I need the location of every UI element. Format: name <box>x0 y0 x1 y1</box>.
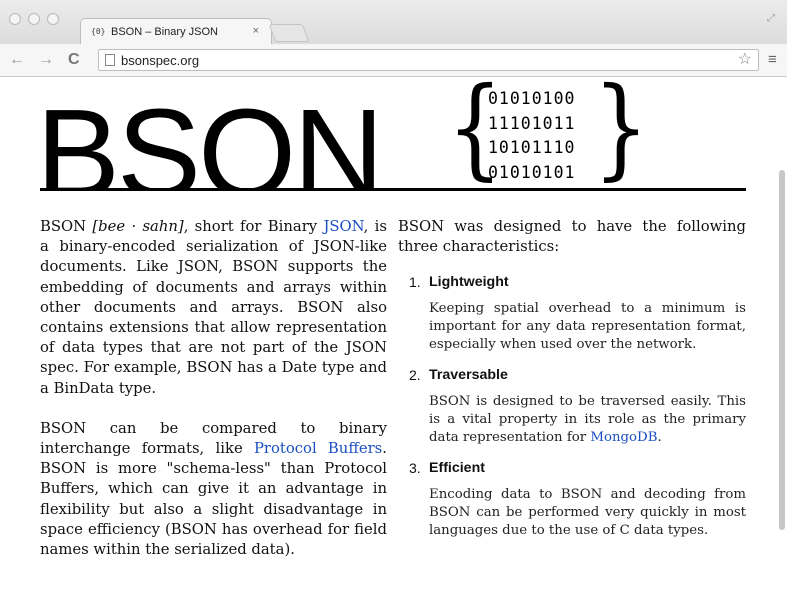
text: BSON is designed to be traversed easily.… <box>429 394 746 446</box>
new-tab-button[interactable] <box>268 24 310 42</box>
feature-description: Encoding data to BSON and decoding from … <box>429 487 746 539</box>
logo-bits: 01010100 11101011 10101110 01010101 <box>488 87 575 185</box>
reload-button[interactable]: C <box>68 51 80 69</box>
back-button[interactable]: ← <box>9 51 25 69</box>
browser-toolbar: ← → C bsonspec.org ☆ <box>0 44 787 77</box>
text: BSON <box>40 218 93 235</box>
browser-titlebar: {θ} BSON – Binary JSON × ⤢ <box>0 0 787 45</box>
feature-number: 3. <box>409 460 421 477</box>
close-window-button[interactable] <box>9 13 21 25</box>
feature-title: Traversable <box>429 367 508 384</box>
minimize-window-button[interactable] <box>28 13 40 25</box>
feature-description: Keeping spatial overhead to a minimum is… <box>429 301 746 353</box>
tab-title: BSON – Binary JSON <box>111 26 218 38</box>
bookmark-star-icon[interactable]: ☆ <box>738 51 752 69</box>
bits-row: 11101011 <box>488 113 576 133</box>
logo-close-brace: } <box>593 78 649 190</box>
bits-row: 10101110 <box>488 138 576 157</box>
characteristics-column: BSON was designed to have the following … <box>398 217 746 540</box>
intro-column: BSON [bee · sahn], short for Binary JSON… <box>40 217 387 560</box>
address-bar[interactable]: bsonspec.org ☆ <box>98 49 759 71</box>
tab-bson[interactable]: {θ} BSON – Binary JSON × <box>80 18 272 45</box>
feature-number: 1. <box>409 274 421 291</box>
logo-wordmark: BSON <box>40 83 384 191</box>
header-rule <box>40 188 746 191</box>
url-text[interactable]: bsonspec.org <box>121 53 199 69</box>
feature-title: Efficient <box>429 460 485 477</box>
mongodb-link[interactable]: MongoDB <box>590 430 657 445</box>
intro-paragraph: BSON [bee · sahn], short for Binary JSON… <box>40 217 387 399</box>
json-link[interactable]: JSON <box>323 218 363 235</box>
browser-menu-icon[interactable]: ≡ <box>768 51 777 69</box>
bson-logo: BSON { 01010100 11101011 10101110 010101… <box>40 78 746 190</box>
characteristics-intro: BSON was designed to have the following … <box>398 218 746 256</box>
text: , short for Binary <box>183 218 324 235</box>
forward-button[interactable]: → <box>38 51 54 69</box>
text: , is a binary-encoded serialization of J… <box>40 218 387 397</box>
pronunciation: [bee · sahn] <box>92 218 184 235</box>
comparison-paragraph: BSON can be compared to binary interchan… <box>40 419 387 560</box>
protocol-buffers-link[interactable]: Protocol Buffers <box>254 440 382 457</box>
feature-efficient: 3. Efficient Encoding data to BSON and d… <box>398 459 746 540</box>
page-content: BSON { 01010100 11101011 10101110 010101… <box>0 78 787 592</box>
vertical-scrollbar[interactable] <box>779 170 785 530</box>
feature-description: BSON is designed to be traversed easily.… <box>429 393 746 447</box>
bits-row: 01010101 <box>488 162 576 182</box>
text: . BSON is more "schema-less" than Protoc… <box>40 440 387 559</box>
tab-close-icon[interactable]: × <box>253 24 259 38</box>
page-icon <box>105 54 115 66</box>
feature-lightweight: 1. Lightweight Keeping spatial overhead … <box>398 273 746 354</box>
fullscreen-icon[interactable]: ⤢ <box>767 13 775 24</box>
maximize-window-button[interactable] <box>47 13 59 25</box>
feature-title: Lightweight <box>429 274 509 291</box>
feature-number: 2. <box>409 367 421 384</box>
bits-row: 01010100 <box>488 89 576 108</box>
text: . <box>657 430 662 446</box>
feature-traversable: 2. Traversable BSON is designed to be tr… <box>398 366 746 447</box>
bson-favicon-icon: {θ} <box>91 27 106 36</box>
